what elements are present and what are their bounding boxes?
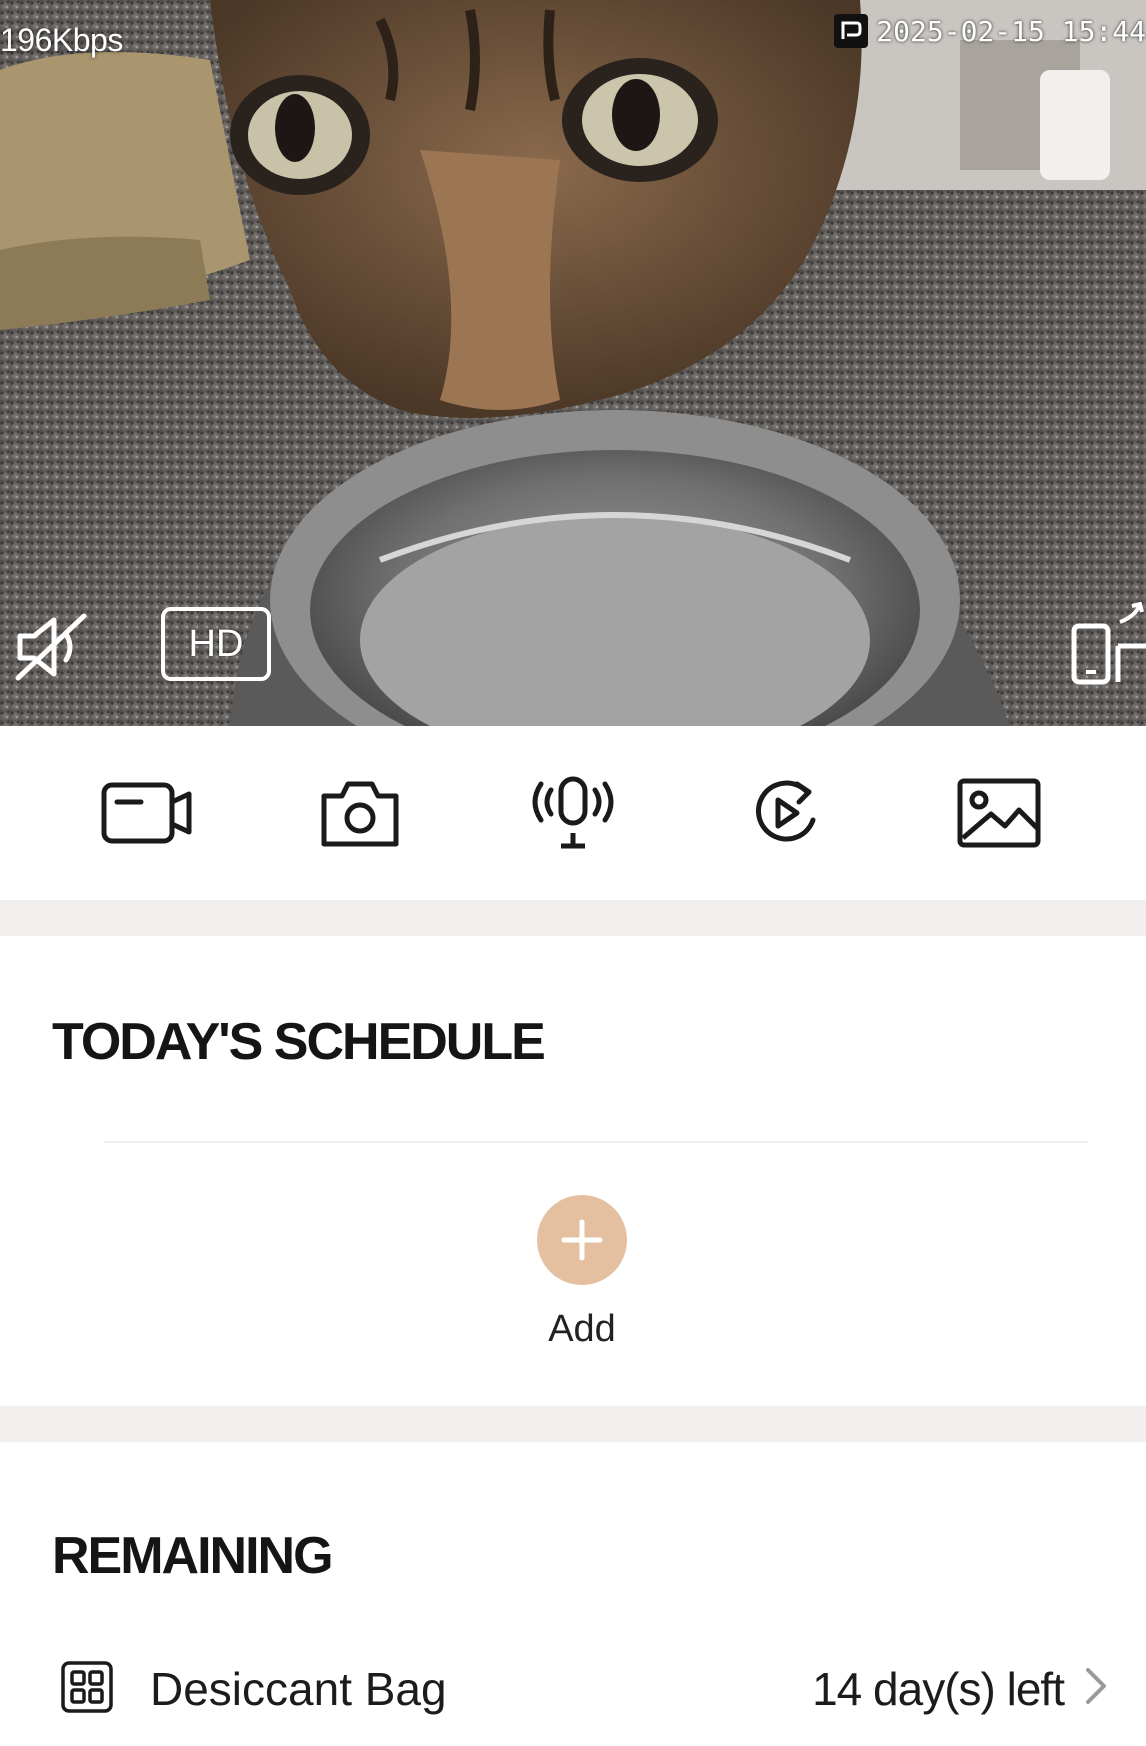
video-timestamp: 2025-02-15 15:44 — [834, 14, 1146, 48]
record-video-button[interactable] — [97, 763, 197, 863]
playback-button[interactable] — [736, 763, 836, 863]
schedule-title: TODAY'S SCHEDULE — [52, 1013, 546, 1071]
add-schedule-button[interactable] — [537, 1195, 627, 1285]
camera-brand-icon — [834, 14, 869, 48]
gallery-button[interactable] — [949, 763, 1049, 863]
playback-icon — [756, 780, 816, 842]
bitrate-readout: 196Kbps — [0, 22, 123, 58]
schedule-divider — [104, 1141, 1088, 1143]
camera-snapshot-icon — [321, 781, 399, 847]
section-separator — [0, 900, 1146, 936]
remaining-item-label: Desiccant Bag — [150, 1663, 447, 1715]
plus-icon — [561, 1219, 603, 1261]
remaining-item-value: 14 day(s) left — [812, 1663, 1065, 1715]
desiccant-grid-icon — [61, 1661, 113, 1713]
rotate-device-icon — [1071, 601, 1146, 685]
remaining-item-desiccant[interactable]: Desiccant Bag 14 day(s) left — [0, 1642, 1146, 1732]
timestamp-text: 2025-02-15 15:44 — [876, 14, 1146, 48]
camera-action-toolbar — [0, 726, 1146, 900]
microphone-icon — [532, 776, 614, 849]
section-separator — [0, 1406, 1146, 1442]
speaker-muted-icon — [15, 613, 87, 681]
live-video-feed[interactable]: 196Kbps 2025-02-15 15:44 HD — [0, 0, 1146, 726]
mute-toggle-button[interactable] — [14, 612, 90, 682]
rotate-screen-button[interactable] — [1070, 601, 1146, 686]
gallery-icon — [957, 778, 1041, 848]
talk-button[interactable] — [523, 763, 623, 863]
add-schedule-label[interactable]: Add — [500, 1308, 664, 1351]
chevron-right-icon — [1086, 1668, 1106, 1704]
quality-toggle-button[interactable]: HD — [161, 607, 271, 681]
record-video-icon — [101, 782, 192, 844]
remaining-title: REMAINING — [52, 1527, 334, 1585]
snapshot-button[interactable] — [310, 763, 410, 863]
